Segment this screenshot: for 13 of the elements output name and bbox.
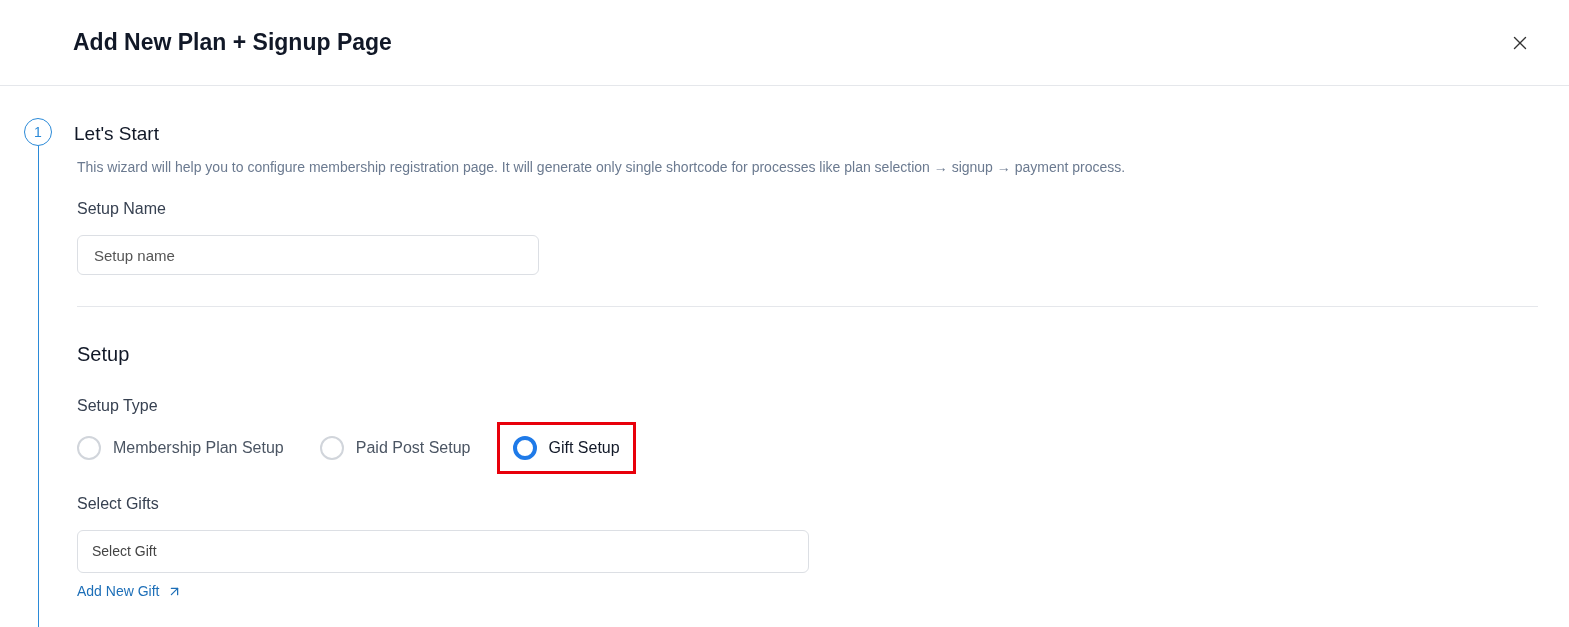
field-label: Setup Type [77, 396, 159, 416]
field-label: Setup Name [77, 199, 167, 219]
dialog-title: Add New Plan + Signup Page [73, 28, 392, 58]
add-gift-link[interactable]: Add New Gift [77, 581, 160, 602]
radio-option[interactable]: Membership Plan Setup [77, 436, 284, 460]
setup-name-field[interactable]: Setup name [77, 235, 539, 275]
radio-option[interactable]: Gift Setup [496, 422, 636, 474]
field-label: Select Gifts [77, 494, 160, 514]
step-description: This wizard will help you to configure membership registration page. It will generate only single shortcode for processes like plan selection → signup → payment process. [77, 158, 1127, 177]
step-title: Let's Start [74, 122, 160, 146]
gift-select[interactable]: Select Gift [77, 530, 809, 573]
radio-option[interactable]: Paid Post Setup [319, 436, 471, 460]
section-title: Setup [77, 342, 131, 367]
